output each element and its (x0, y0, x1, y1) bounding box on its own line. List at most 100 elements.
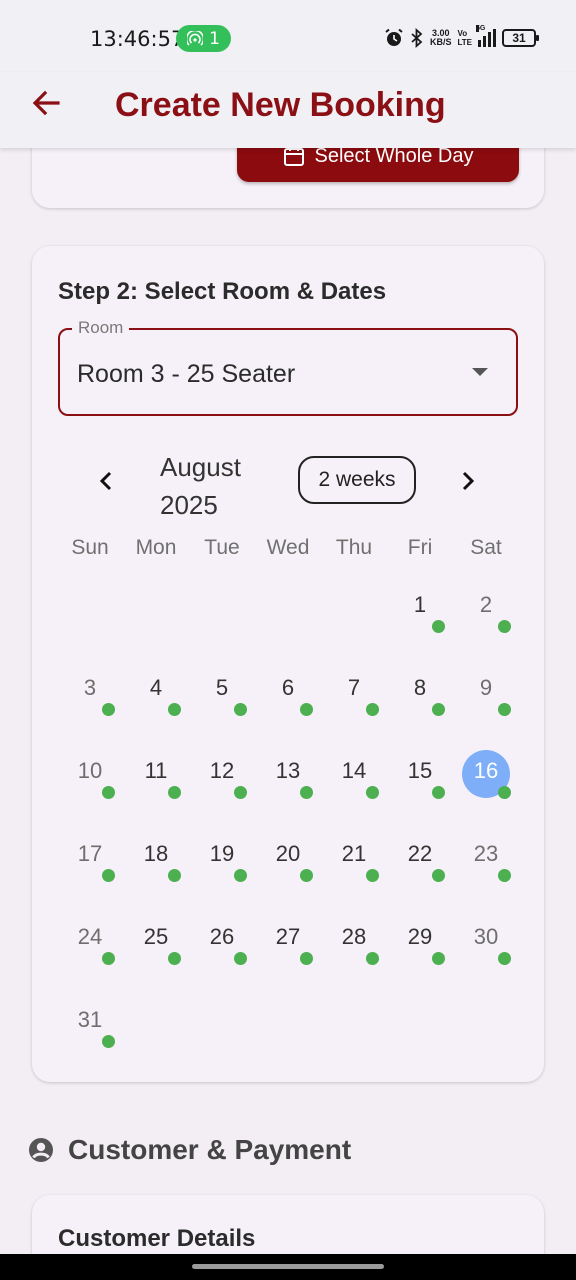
customer-section-header: Customer & Payment (28, 1130, 351, 1170)
hotspot-indicator: 1 (176, 25, 231, 52)
calendar-day-5[interactable]: 5 (189, 663, 255, 746)
calendar-day-1[interactable]: 1 (387, 580, 453, 663)
signal-icon: 5G (476, 25, 496, 47)
calendar-day-3[interactable]: 3 (57, 663, 123, 746)
calendar-month: August 2025 (160, 452, 241, 520)
page-title: Create New Booking (115, 86, 446, 124)
signal-label: 5G (476, 25, 486, 32)
calendar-day-29[interactable]: 29 (387, 912, 453, 995)
dropdown-arrow-icon (472, 368, 488, 376)
status-bar: 13:46:57 1 3.00 KB/S Vo LTE 5G 31 (0, 0, 576, 72)
calendar-day-20[interactable]: 20 (255, 829, 321, 912)
availability-dot (168, 786, 181, 799)
calendar-day-19[interactable]: 19 (189, 829, 255, 912)
availability-dot (234, 952, 247, 965)
calendar-empty-cell (387, 995, 453, 1078)
availability-dot (498, 952, 511, 965)
availability-dot (432, 703, 445, 716)
availability-dot (432, 620, 445, 633)
app-bar: Create New Booking (0, 72, 576, 148)
calendar-week-row: 24 25 26 27 28 29 30 (57, 912, 519, 995)
availability-dot (498, 869, 511, 882)
availability-dot (168, 703, 181, 716)
step2-title: Step 2: Select Room & Dates (58, 278, 387, 305)
status-time: 13:46:57 (90, 27, 185, 51)
availability-dot (366, 786, 379, 799)
calendar-day-21[interactable]: 21 (321, 829, 387, 912)
calendar-empty-cell (189, 580, 255, 663)
availability-dot (498, 620, 511, 633)
availability-dot (300, 952, 313, 965)
calendar-empty-cell (255, 580, 321, 663)
calendar-day-6[interactable]: 6 (255, 663, 321, 746)
availability-dot (498, 786, 511, 799)
step2-card: Step 2: Select Room & Dates Room Room 3 … (32, 246, 544, 1082)
calendar-day-26[interactable]: 26 (189, 912, 255, 995)
room-select[interactable]: Room Room 3 - 25 Seater (58, 318, 518, 416)
calendar-day-13[interactable]: 13 (255, 746, 321, 829)
availability-dot (432, 786, 445, 799)
account-circle-icon (29, 1138, 53, 1162)
calendar-day-28[interactable]: 28 (321, 912, 387, 995)
calendar-icon (283, 147, 304, 166)
calendar-day-22[interactable]: 22 (387, 829, 453, 912)
chevron-left-icon[interactable] (92, 466, 122, 496)
availability-dot (102, 952, 115, 965)
availability-dot (432, 869, 445, 882)
calendar-week-row: 12 (57, 580, 519, 663)
availability-dot (366, 869, 379, 882)
calendar-day-25[interactable]: 25 (123, 912, 189, 995)
weekday-label: Sun (71, 536, 109, 559)
weekday-label: Mon (135, 536, 177, 559)
calendar-day-7[interactable]: 7 (321, 663, 387, 746)
availability-dot (102, 703, 115, 716)
calendar-day-12[interactable]: 12 (189, 746, 255, 829)
calendar-grid: 1 2 3 4 5 6 7 8 9 10 11 12 13 14 15 16 17 18 19 20 21 22 23 24 2… (57, 580, 519, 1078)
calendar-day-15[interactable]: 15 (387, 746, 453, 829)
home-gesture-pill[interactable] (192, 1264, 384, 1269)
weekday-header: Sun Mon Tue Wed Thu Fri Sat (57, 536, 519, 566)
calendar-day-16[interactable]: 16 (453, 746, 519, 829)
availability-dot (366, 952, 379, 965)
availability-dot (168, 869, 181, 882)
calendar-day-17[interactable]: 17 (57, 829, 123, 912)
calendar-day-11[interactable]: 11 (123, 746, 189, 829)
calendar-day-9[interactable]: 9 (453, 663, 519, 746)
arrow-left-icon[interactable] (24, 82, 68, 126)
calendar-day-27[interactable]: 27 (255, 912, 321, 995)
calendar-day-10[interactable]: 10 (57, 746, 123, 829)
room-value: Room 3 - 25 Seater (77, 360, 296, 388)
customer-details-title: Customer Details (58, 1225, 256, 1252)
calendar-empty-cell (57, 580, 123, 663)
calendar-header: August 2025 2 weeks (32, 446, 544, 526)
availability-dot (102, 786, 115, 799)
calendar-day-2[interactable]: 2 (453, 580, 519, 663)
calendar-day-18[interactable]: 18 (123, 829, 189, 912)
calendar-format-button[interactable]: 2 weeks (298, 456, 416, 504)
calendar-day-8[interactable]: 8 (387, 663, 453, 746)
availability-dot (432, 952, 445, 965)
availability-dot (234, 786, 247, 799)
calendar-day-23[interactable]: 23 (453, 829, 519, 912)
weekday-label: Thu (335, 536, 373, 559)
calendar-day-14[interactable]: 14 (321, 746, 387, 829)
chevron-right-icon[interactable] (452, 466, 482, 496)
calendar-day-24[interactable]: 24 (57, 912, 123, 995)
calendar-week-row: 17 18 19 20 21 22 23 (57, 829, 519, 912)
calendar-empty-cell (453, 995, 519, 1078)
calendar-day-30[interactable]: 30 (453, 912, 519, 995)
availability-dot (168, 952, 181, 965)
weekday-label: Tue (204, 536, 240, 559)
calendar-day-31[interactable]: 31 (57, 995, 123, 1078)
calendar-day-4[interactable]: 4 (123, 663, 189, 746)
calendar-empty-cell (255, 995, 321, 1078)
hotspot-count: 1 (209, 28, 220, 49)
calendar-empty-cell (189, 995, 255, 1078)
weekday-label: Wed (266, 536, 310, 559)
availability-dot (102, 1035, 115, 1048)
calendar-empty-cell (321, 580, 387, 663)
system-icons: 3.00 KB/S Vo LTE 5G 31 (384, 25, 539, 51)
calendar-empty-cell (321, 995, 387, 1078)
availability-dot (234, 703, 247, 716)
customer-section-title: Customer & Payment (68, 1134, 352, 1165)
